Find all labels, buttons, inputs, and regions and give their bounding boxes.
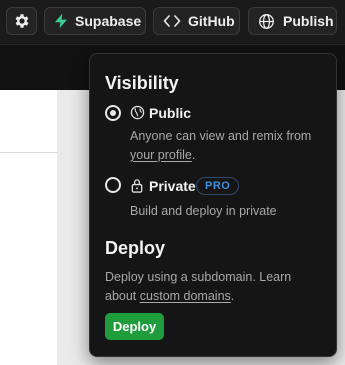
- private-option-label[interactable]: Private: [149, 178, 196, 194]
- publish-label: Publish: [283, 13, 334, 29]
- pro-badge: PRO: [196, 177, 240, 195]
- supabase-label: Supabase: [75, 13, 142, 29]
- public-option-description: Anyone can view and remix from your prof…: [130, 127, 330, 165]
- public-desc-suffix: .: [191, 148, 196, 162]
- code-icon: [163, 14, 181, 28]
- globe-icon: [130, 105, 145, 120]
- github-button[interactable]: GitHub: [153, 7, 240, 35]
- private-radio[interactable]: [105, 177, 121, 193]
- deploy-desc-suffix: .: [230, 289, 235, 303]
- visibility-title: Visibility: [105, 73, 179, 93]
- deploy-button[interactable]: Deploy: [105, 313, 164, 340]
- github-label: GitHub: [188, 13, 235, 29]
- deploy-title: Deploy: [105, 238, 166, 258]
- settings-button[interactable]: [6, 7, 37, 35]
- private-option-description: Build and deploy in private: [130, 204, 277, 218]
- deploy-description: Deploy using a subdomain. Learn about cu…: [105, 268, 325, 306]
- public-option-label[interactable]: Public: [149, 105, 191, 121]
- panel-divider: [0, 152, 57, 153]
- bolt-icon: [53, 13, 69, 29]
- publish-button[interactable]: Publish: [248, 7, 337, 35]
- top-toolbar: Supabase GitHub Publish: [0, 0, 345, 44]
- custom-domains-link[interactable]: custom domains: [140, 289, 231, 303]
- public-radio[interactable]: [105, 105, 121, 121]
- gear-icon: [13, 12, 31, 30]
- your-profile-link[interactable]: your profile: [130, 148, 192, 162]
- supabase-button[interactable]: Supabase: [44, 7, 146, 35]
- globe-icon: [258, 13, 275, 30]
- lock-icon: [130, 178, 144, 193]
- public-desc-text: Anyone can view and remix from: [130, 129, 312, 143]
- publish-popover: Visibility Public Anyone can view and re…: [89, 53, 337, 357]
- preview-panel: [0, 90, 57, 365]
